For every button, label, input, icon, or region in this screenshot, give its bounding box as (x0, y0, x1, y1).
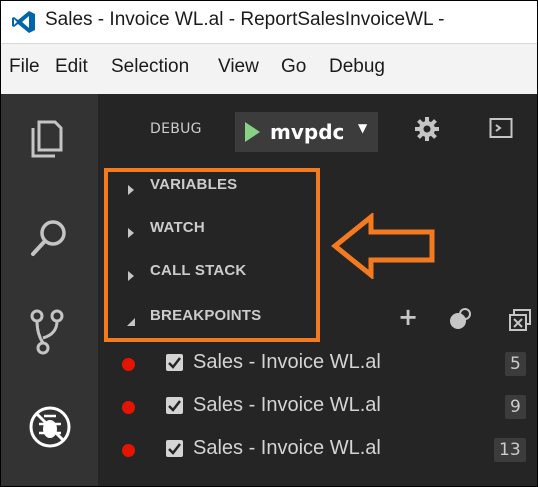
breakpoint-dot-icon (122, 358, 135, 371)
menu-go[interactable]: Go (281, 56, 306, 78)
source-control-icon[interactable] (27, 308, 67, 360)
toggle-breakpoints-icon[interactable] (448, 307, 472, 335)
breakpoint-dot-icon (122, 444, 135, 457)
breakpoint-row[interactable]: Sales - Invoice WL.al 5 (98, 343, 537, 385)
gear-icon[interactable] (414, 116, 440, 146)
menu-selection[interactable]: Selection (111, 56, 189, 78)
menu-bar: File Edit Selection View Go Debug (1, 44, 537, 94)
debug-config-name: mvpdc (270, 120, 345, 144)
debug-label: DEBUG (150, 121, 202, 137)
breakpoint-line-badge: 5 (505, 352, 526, 376)
debug-config-select[interactable]: mvpdc ▼ (235, 112, 378, 152)
breakpoint-checkbox[interactable] (166, 440, 183, 457)
breakpoint-row[interactable]: Sales - Invoice WL.al 9 (98, 386, 537, 428)
chevron-down-icon: ▼ (358, 121, 368, 135)
breakpoint-file: Sales - Invoice WL.al (193, 437, 381, 459)
menu-file[interactable]: File (9, 56, 40, 78)
title-bar: Sales - Invoice WL.al - ReportSalesInvoi… (1, 1, 537, 44)
console-icon[interactable] (489, 117, 513, 143)
explorer-icon[interactable] (27, 116, 67, 164)
breakpoint-file: Sales - Invoice WL.al (193, 394, 381, 416)
debug-toolbar: DEBUG mvpdc ▼ (98, 94, 537, 164)
visual-studio-code-icon (11, 9, 37, 39)
add-breakpoint-icon[interactable]: + (398, 303, 418, 331)
breakpoint-file: Sales - Invoice WL.al (193, 351, 381, 373)
play-icon[interactable] (243, 121, 261, 147)
menu-view[interactable]: View (218, 56, 259, 78)
breakpoint-line-badge: 9 (505, 395, 526, 419)
breakpoint-checkbox[interactable] (166, 354, 183, 371)
activity-bar (1, 94, 98, 486)
breakpoint-row[interactable]: Sales - Invoice WL.al 13 (98, 429, 537, 471)
left-arrow-icon (331, 211, 437, 283)
highlight-box (104, 168, 320, 342)
breakpoint-line-badge: 13 (494, 438, 526, 462)
menu-edit[interactable]: Edit (55, 56, 88, 78)
window-title: Sales - Invoice WL.al - ReportSalesInvoi… (45, 9, 445, 30)
window: Sales - Invoice WL.al - ReportSalesInvoi… (0, 0, 538, 487)
breakpoint-checkbox[interactable] (166, 397, 183, 414)
remove-all-breakpoints-icon[interactable] (508, 308, 532, 336)
search-icon[interactable] (27, 216, 71, 264)
debug-icon[interactable] (27, 404, 73, 454)
menu-debug[interactable]: Debug (329, 56, 385, 78)
breakpoint-dot-icon (122, 401, 135, 414)
